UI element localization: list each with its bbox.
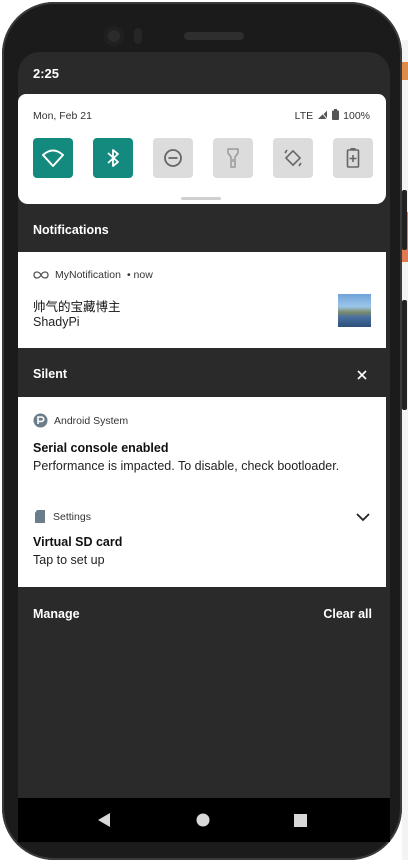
- signal-icon: [317, 109, 328, 123]
- recents-icon[interactable]: [288, 808, 312, 832]
- notification-shade[interactable]: 2:25 Mon, Feb 21 LTE 100% Notifications …: [18, 52, 390, 798]
- silent-app-line-settings: Settings: [33, 509, 91, 524]
- silent-app-name-android: Android System: [54, 414, 129, 427]
- chevron-down-icon[interactable]: [356, 509, 370, 522]
- infinity-icon: [33, 271, 49, 279]
- notifications-header: Notifications: [33, 223, 109, 237]
- silent-title-android: Serial console enabled: [33, 441, 169, 455]
- android-system-icon: [33, 413, 48, 428]
- silent-title-settings: Virtual SD card: [33, 535, 123, 549]
- wifi-tile[interactable]: [33, 138, 73, 178]
- notification-app-name: MyNotification: [55, 269, 121, 281]
- qs-drag-handle[interactable]: [181, 197, 221, 200]
- power-button[interactable]: [402, 190, 407, 250]
- home-icon[interactable]: [191, 808, 215, 832]
- back-icon[interactable]: [92, 808, 116, 832]
- auto-rotate-tile[interactable]: [273, 138, 313, 178]
- qs-status: LTE 100%: [295, 109, 370, 123]
- wifi-icon: [42, 149, 64, 167]
- volume-button[interactable]: [402, 300, 407, 410]
- manage-button[interactable]: Manage: [33, 607, 80, 621]
- silent-item-settings[interactable]: Settings Virtual SD card Tap to set up: [18, 495, 386, 587]
- status-time: 2:25: [33, 66, 60, 81]
- quick-settings-panel[interactable]: Mon, Feb 21 LTE 100%: [18, 94, 386, 204]
- flashlight-icon: [227, 148, 239, 168]
- qs-date: Mon, Feb 21: [33, 110, 92, 122]
- front-camera: [104, 26, 124, 46]
- battery-icon: [332, 109, 340, 123]
- notification-title: 帅气的宝藏博主: [33, 300, 121, 314]
- clear-all-button[interactable]: Clear all: [323, 607, 372, 621]
- background-app-accent: [402, 62, 408, 80]
- navigation-bar: [18, 798, 390, 842]
- silent-text-android: Performance is impacted. To disable, che…: [33, 459, 340, 473]
- notification-thumbnail: [338, 294, 371, 327]
- front-sensor: [134, 28, 142, 44]
- notification-card-mynotification[interactable]: MyNotification • now 帅气的宝藏博主 ShadyPi: [18, 252, 386, 348]
- bluetooth-tile[interactable]: [93, 138, 133, 178]
- silent-text-settings: Tap to set up: [33, 553, 105, 567]
- bluetooth-icon: [107, 149, 119, 167]
- silent-item-android-system[interactable]: Android System Serial console enabled Pe…: [18, 397, 386, 495]
- silent-header: Silent: [33, 367, 68, 381]
- background-app-edge: [402, 40, 408, 860]
- silent-app-name-settings: Settings: [53, 510, 91, 523]
- notification-text: ShadyPi: [33, 315, 80, 329]
- earpiece-speaker: [184, 32, 244, 40]
- quick-tiles: [33, 138, 373, 178]
- close-icon[interactable]: [356, 368, 368, 380]
- flashlight-tile[interactable]: [213, 138, 253, 178]
- battery-percent: 100%: [343, 110, 370, 122]
- sd-card-icon: [35, 510, 45, 523]
- do-not-disturb-icon: [164, 149, 182, 167]
- battery-saver-icon: [346, 148, 360, 168]
- silent-notifications-card: Android System Serial console enabled Pe…: [18, 397, 386, 587]
- battery-saver-tile[interactable]: [333, 138, 373, 178]
- silent-app-line-android: Android System: [33, 413, 128, 428]
- network-label: LTE: [294, 110, 314, 122]
- notification-app-line: MyNotification • now: [33, 269, 153, 281]
- dnd-tile[interactable]: [153, 138, 193, 178]
- notification-time: • now: [126, 269, 153, 281]
- auto-rotate-icon: [284, 149, 302, 167]
